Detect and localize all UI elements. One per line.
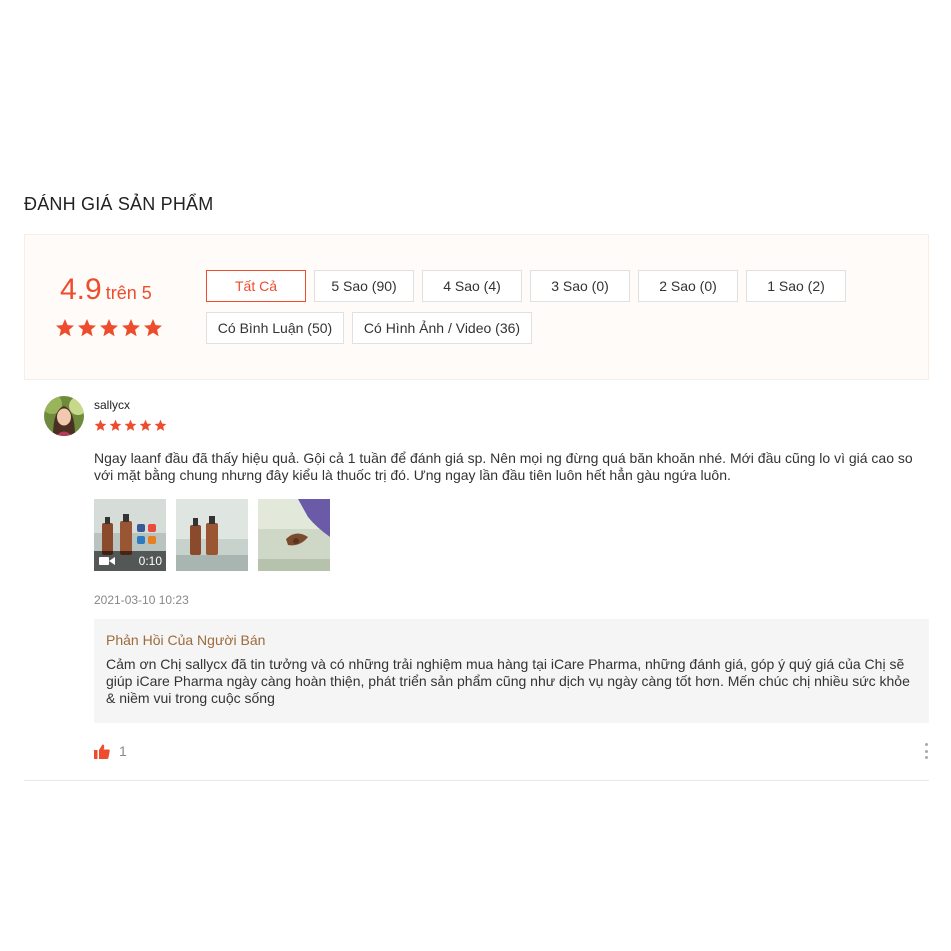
star-icon [121,318,141,338]
avatar[interactable] [44,396,84,436]
star-icon [124,419,137,432]
rating-overview: 4.9 trên 5 Tất Cả 5 Sao (90) 4 Sao (4) 3 … [24,234,929,380]
rating-out-of: trên 5 [105,283,152,303]
seller-reply-title: Phản Hồi Của Người Bán [106,632,266,648]
like-button[interactable]: 1 [94,743,127,759]
review-image-thumbnail[interactable] [258,499,330,571]
like-count: 1 [119,743,127,759]
rating-score: 4.9 trên 5 [60,273,152,307]
section-title: ĐÁNH GIÁ SẢN PHẨM [24,194,214,214]
star-icon [94,419,107,432]
review-username: sallycx [94,398,131,412]
video-info-bar: 0:10 [94,551,166,571]
star-icon [55,318,75,338]
filter-all-button[interactable]: Tất Cả [206,270,306,302]
filter-4-star-button[interactable]: 4 Sao (4) [422,270,522,302]
review-item: sallycx Ngay laanf đầu đã thấy hiệu quả.… [24,380,929,781]
more-options-icon[interactable] [922,742,930,760]
thumbs-up-icon [94,744,110,759]
star-icon [143,318,163,338]
review-video-thumbnail[interactable]: 0:10 [94,499,166,571]
review-stars [94,419,167,432]
filter-2-star-button[interactable]: 2 Sao (0) [638,270,738,302]
star-icon [99,318,119,338]
review-comment: Ngay laanf đầu đã thấy hiệu quả. Gội cả … [94,450,913,483]
star-icon [77,318,97,338]
seller-reply-text: Cảm ơn Chị sallycx đã tin tưởng và có nh… [106,656,910,706]
filter-1-star-button[interactable]: 1 Sao (2) [746,270,846,302]
rating-score-value: 4.9 [60,273,102,306]
video-camera-icon [99,557,115,565]
seller-reply: Phản Hồi Của Người Bán Cảm ơn Chị sallyc… [94,619,929,723]
review-image-thumbnail[interactable] [176,499,248,571]
filter-5-star-button[interactable]: 5 Sao (90) [314,270,414,302]
video-duration: 0:10 [138,554,162,568]
review-timestamp: 2021-03-10 10:23 [94,593,189,607]
filter-with-media-button[interactable]: Có Hình Ảnh / Video (36) [352,312,532,344]
star-icon [139,419,152,432]
rating-stars [55,318,163,338]
star-icon [154,419,167,432]
filter-3-star-button[interactable]: 3 Sao (0) [530,270,630,302]
filter-with-comment-button[interactable]: Có Bình Luận (50) [206,312,344,344]
star-icon [109,419,122,432]
